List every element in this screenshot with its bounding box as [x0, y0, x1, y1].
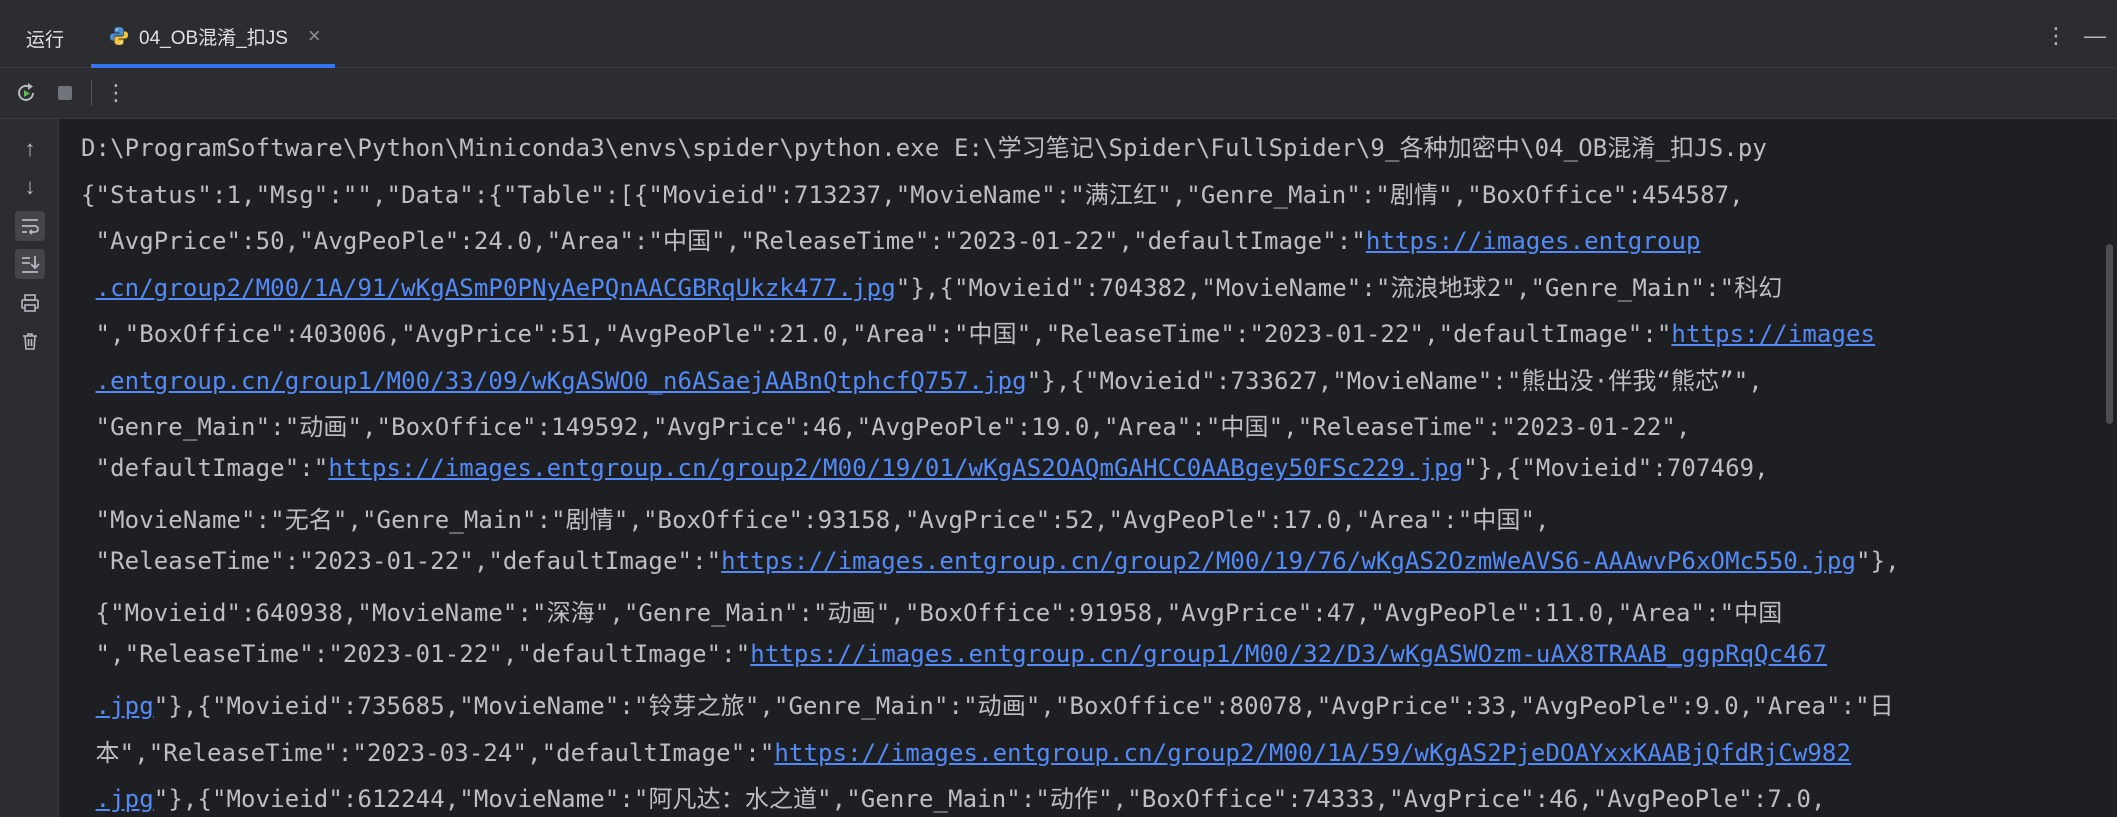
console-line: {"Movieid":640938,"MovieName":"深海","Genr… [81, 593, 1783, 628]
close-icon[interactable]: × [308, 25, 321, 47]
console-line: "ReleaseTime":"2023-01-22","defaultImage… [81, 547, 1900, 575]
more-options-icon[interactable]: ⋮ [2045, 23, 2067, 49]
console-text: "},{"Movieid":704382,"MovieName":"流浪地球2"… [895, 273, 1783, 302]
console-text: "ReleaseTime":"2023-01-22","defaultImage… [81, 546, 722, 575]
console-text: "}, [1856, 546, 1900, 575]
down-arrow-icon[interactable]: ↓ [15, 172, 45, 202]
scroll-to-end-icon[interactable] [15, 249, 45, 279]
scrollbar-thumb[interactable] [2106, 244, 2113, 424]
console-text: "},{"Movieid":612244,"MovieName":"阿凡达：水之… [153, 785, 1826, 813]
image-url-link[interactable]: .jpg [96, 692, 154, 720]
console-line: "Genre_Main":"动画","BoxOffice":149592,"Av… [81, 407, 1691, 442]
console-line: "MovieName":"无名","Genre_Main":"剧情","BoxO… [81, 500, 1550, 535]
console-text: {"Movieid":640938,"MovieName":"深海","Genr… [81, 599, 1783, 627]
tab-04-ob-script[interactable]: 04_OB混淆_扣JS × [91, 5, 335, 67]
print-icon[interactable] [15, 288, 45, 318]
console-text: ","BoxOffice":403006,"AvgPrice":51,"AvgP… [81, 320, 1672, 348]
console-text: "defaultImage":" [81, 453, 329, 482]
image-url-link[interactable]: https://images.entgroup.cn/group2/M00/19… [328, 454, 1463, 482]
console-line: 本","ReleaseTime":"2023-03-24","defaultIm… [81, 733, 1851, 768]
console-line: .jpg"},{"Movieid":735685,"MovieName":"铃芽… [81, 686, 1894, 721]
stop-icon [58, 86, 72, 100]
console-text: "MovieName":"无名","Genre_Main":"剧情","BoxO… [81, 506, 1550, 534]
soft-wrap-icon[interactable] [15, 211, 45, 241]
console-side-toolbar: ↑ ↓ [0, 119, 59, 817]
run-tool-window-title: 运行 [26, 30, 65, 51]
toolbar-more-icon[interactable]: ⋮ [103, 80, 129, 106]
console-line: ","ReleaseTime":"2023-01-22","defaultIma… [81, 640, 1827, 668]
console-text: "},{"Movieid":707469, [1463, 453, 1769, 482]
minimize-icon[interactable]: — [2084, 23, 2106, 49]
run-toolbar: ⋮ [0, 68, 2117, 119]
console-text: D:\ProgramSoftware\Python\Miniconda3\env… [81, 134, 1767, 162]
console-line: ","BoxOffice":403006,"AvgPrice":51,"AvgP… [81, 314, 1875, 349]
console-line: .cn/group2/M00/1A/91/wKgASmP0PNyAePQnAAC… [81, 268, 1783, 303]
console-text: ","ReleaseTime":"2023-01-22","defaultIma… [81, 639, 751, 668]
image-url-link[interactable]: https://images.entgroup [1366, 227, 1701, 255]
console-line: .jpg"},{"Movieid":612244,"MovieName":"阿凡… [81, 779, 1826, 814]
image-url-link[interactable]: https://images.entgroup.cn/group1/M00/32… [750, 640, 1827, 668]
image-url-link[interactable]: https://images [1671, 320, 1875, 348]
python-file-icon [109, 26, 129, 46]
toolbar-separator [91, 80, 92, 106]
up-arrow-icon[interactable]: ↑ [15, 134, 45, 164]
tab-title: 04_OB混淆_扣JS [139, 27, 288, 49]
console-output[interactable]: D:\ProgramSoftware\Python\Miniconda3\env… [59, 119, 2099, 817]
console-text: "},{"Movieid":735685,"MovieName":"铃芽之旅",… [153, 692, 1894, 720]
rerun-button[interactable] [13, 80, 39, 106]
image-url-link[interactable]: https://images.entgroup.cn/group2/M00/19… [721, 547, 1856, 575]
console-line: "defaultImage":"https://images.entgroup.… [81, 454, 1769, 482]
console-text: {"Status":1,"Msg":"","Data":{"Table":[{"… [81, 180, 1744, 209]
image-url-link[interactable]: .entgroup.cn/group1/M00/33/09/wKgASWO0_n… [96, 367, 1027, 395]
console-text: 本","ReleaseTime":"2023-03-24","defaultIm… [81, 738, 775, 767]
console-text: "AvgPrice":50,"AvgPeoPle":24.0,"Area":"中… [81, 227, 1366, 255]
console-line: "AvgPrice":50,"AvgPeoPle":24.0,"Area":"中… [81, 221, 1701, 256]
image-url-link[interactable]: https://images.entgroup.cn/group2/M00/1A… [774, 739, 1851, 767]
vertical-scrollbar[interactable] [2099, 119, 2117, 817]
run-tool-window-header: 运行 04_OB混淆_扣JS × ⋮ — [0, 5, 2117, 68]
console-text: "Genre_Main":"动画","BoxOffice":149592,"Av… [81, 413, 1691, 441]
rerun-icon [18, 83, 34, 101]
console-line: D:\ProgramSoftware\Python\Miniconda3\env… [81, 128, 1767, 163]
stop-button[interactable] [52, 80, 78, 106]
image-url-link[interactable]: .jpg [96, 785, 154, 813]
console-line: {"Status":1,"Msg":"","Data":{"Table":[{"… [81, 175, 1744, 210]
trash-icon[interactable] [15, 326, 45, 356]
image-url-link[interactable]: .cn/group2/M00/1A/91/wKgASmP0PNyAePQnAAC… [96, 274, 896, 302]
console-text: "},{"Movieid":733627,"MovieName":"熊出没·伴我… [1026, 366, 1763, 395]
console-line: .entgroup.cn/group1/M00/33/09/wKgASWO0_n… [81, 361, 1763, 396]
